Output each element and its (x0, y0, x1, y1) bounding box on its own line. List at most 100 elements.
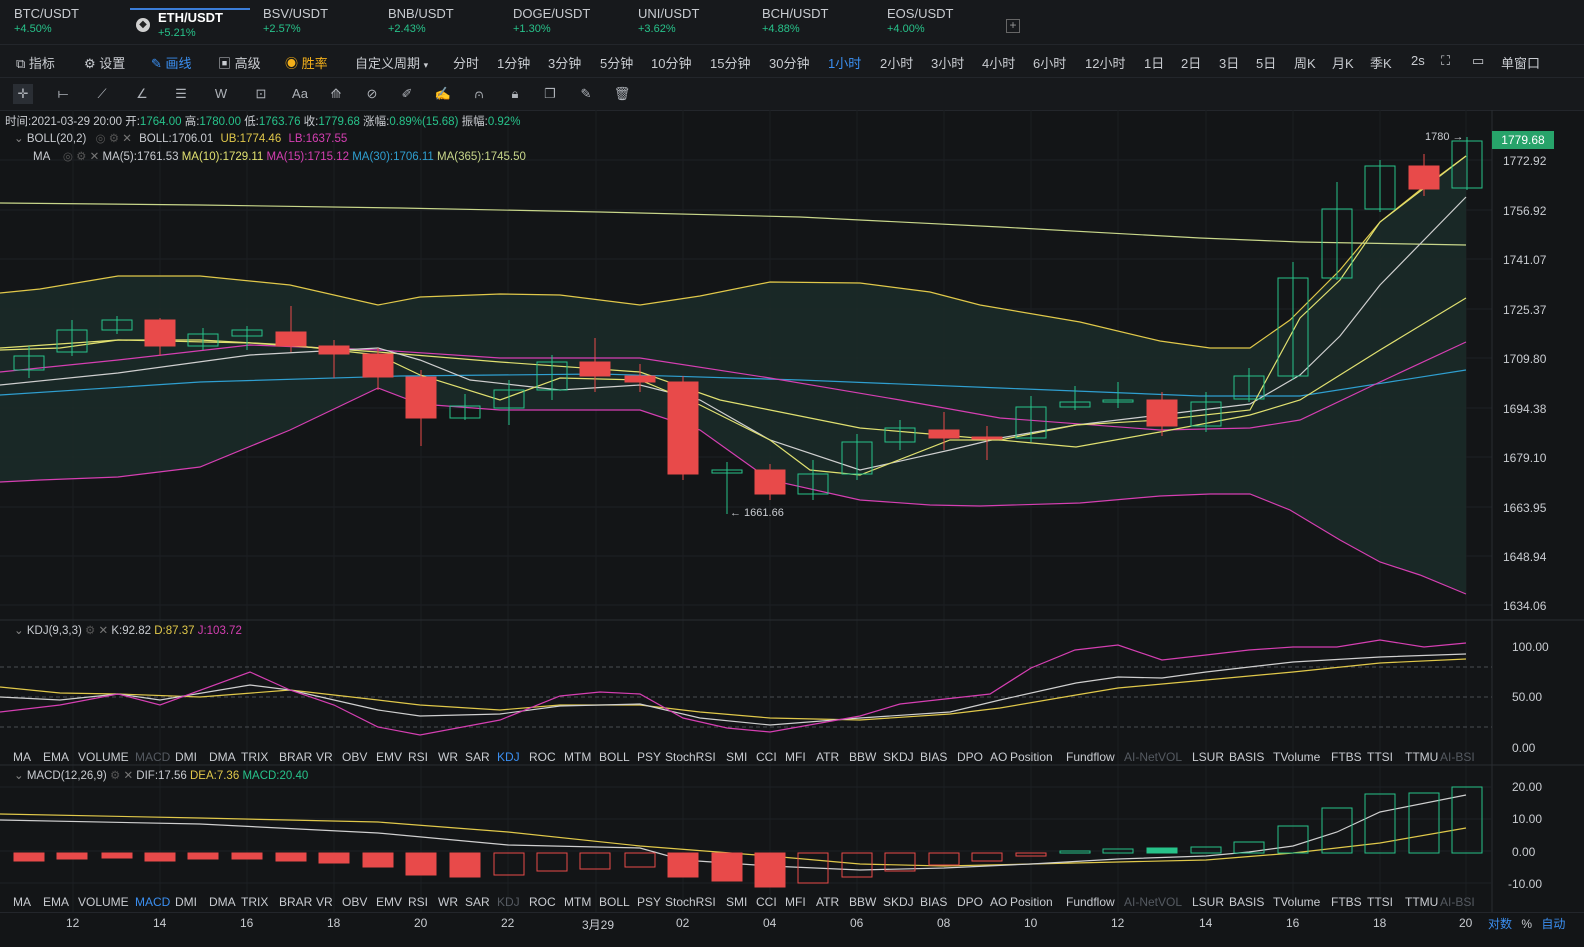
indicator-option-bbw[interactable]: BBW (849, 895, 876, 909)
settings-button[interactable]: ⚙ 设置 (84, 53, 125, 72)
text-icon[interactable]: Aa (290, 84, 310, 104)
indicator-option-trix[interactable]: TRIX (241, 895, 268, 909)
indicator-option-ai-netvol[interactable]: AI-NetVOL (1124, 895, 1182, 909)
indicator-option-ao[interactable]: AO (990, 750, 1007, 764)
indicator-option-mtm[interactable]: MTM (564, 750, 591, 764)
horizontal-line-icon[interactable]: ⟝ (53, 84, 73, 104)
period-3h[interactable]: 3小时 (931, 53, 964, 72)
wave-icon[interactable]: W (211, 84, 231, 104)
edit-icon[interactable]: ✎ (576, 84, 596, 104)
indicator-option-lsur[interactable]: LSUR (1192, 750, 1224, 764)
indicator-option-ao[interactable]: AO (990, 895, 1007, 909)
ruler-icon[interactable]: ✐ (397, 84, 417, 104)
period-4h[interactable]: 4小时 (982, 53, 1015, 72)
tab-bsv[interactable]: BSV/USDT +2.57% (263, 6, 328, 42)
pattern-icon[interactable]: ⊘ (362, 84, 382, 104)
period-5d[interactable]: 5日 (1256, 53, 1276, 72)
indicator-option-bias[interactable]: BIAS (920, 750, 947, 764)
indicator-option-basis[interactable]: BASIS (1229, 750, 1264, 764)
indicator-option-dpo[interactable]: DPO (957, 750, 983, 764)
indicator-option-dmi[interactable]: DMI (175, 895, 197, 909)
indicator-option-wr[interactable]: WR (438, 750, 458, 764)
indicator-option-ma[interactable]: MA (13, 750, 31, 764)
indicator-option-kdj[interactable]: KDJ (497, 895, 520, 909)
period-month[interactable]: 月K (1332, 53, 1354, 72)
indicator-option-ema[interactable]: EMA (43, 895, 69, 909)
close-icon[interactable]: ✕ (122, 133, 132, 145)
indicator-option-boll[interactable]: BOLL (599, 750, 630, 764)
add-tab-button[interactable]: + (1006, 19, 1020, 33)
indicator-option-lsur[interactable]: LSUR (1192, 895, 1224, 909)
indicator-option-wr[interactable]: WR (438, 895, 458, 909)
indicator-option-dma[interactable]: DMA (209, 750, 236, 764)
indicator-option-ema[interactable]: EMA (43, 750, 69, 764)
indicator-option-brar[interactable]: BRAR (279, 895, 312, 909)
indicator-option-ma[interactable]: MA (13, 895, 31, 909)
eye-icon[interactable]: ◎ (63, 151, 73, 163)
indicator-option-ai-bsi[interactable]: AI-BSI (1440, 895, 1475, 909)
indicator-option-sar[interactable]: SAR (465, 750, 490, 764)
indicator-option-position[interactable]: Position (1010, 750, 1053, 764)
indicator-option-dma[interactable]: DMA (209, 895, 236, 909)
indicator-option-mfi[interactable]: MFI (785, 895, 806, 909)
indicator-option-ttsi[interactable]: TTSI (1367, 895, 1393, 909)
winrate-button[interactable]: ◉ 胜率 (285, 53, 328, 72)
period-1h[interactable]: 1小时 (828, 53, 861, 72)
indicator-option-position[interactable]: Position (1010, 895, 1053, 909)
indicator-option-obv[interactable]: OBV (342, 750, 367, 764)
indicator-option-ai-netvol[interactable]: AI-NetVOL (1124, 750, 1182, 764)
indicator-option-roc[interactable]: ROC (529, 895, 556, 909)
indicator-option-mfi[interactable]: MFI (785, 750, 806, 764)
close-icon[interactable]: ✕ (99, 625, 109, 637)
indicator-option-cci[interactable]: CCI (756, 750, 777, 764)
indicator-option-bbw[interactable]: BBW (849, 750, 876, 764)
period-2h[interactable]: 2小时 (880, 53, 913, 72)
indicator-option-ttsi[interactable]: TTSI (1367, 750, 1393, 764)
tab-doge[interactable]: DOGE/USDT +1.30% (513, 6, 590, 42)
indicator-option-boll[interactable]: BOLL (599, 895, 630, 909)
tab-bnb[interactable]: BNB/USDT +2.43% (388, 6, 454, 42)
indicator-option-skdj[interactable]: SKDJ (883, 750, 914, 764)
period-15m[interactable]: 15分钟 (710, 53, 750, 72)
indicator-option-ttmu[interactable]: TTMU (1405, 750, 1438, 764)
collapse-icon[interactable]: ⌄ (14, 770, 24, 782)
indicator-option-roc[interactable]: ROC (529, 750, 556, 764)
indicator-option-sar[interactable]: SAR (465, 895, 490, 909)
advanced-button[interactable]: ▣ 高级 (218, 53, 261, 72)
angle-icon[interactable]: ∠ (132, 84, 152, 104)
gear-icon[interactable]: ⚙ (76, 151, 86, 163)
indicator-option-smi[interactable]: SMI (726, 895, 747, 909)
indicator-option-fundflow[interactable]: Fundflow (1066, 895, 1115, 909)
indicator-option-rsi[interactable]: RSI (408, 750, 428, 764)
indicator-option-ai-bsi[interactable]: AI-BSI (1440, 750, 1475, 764)
indicator-option-stochrsi[interactable]: StochRSI (665, 895, 716, 909)
indicator-option-skdj[interactable]: SKDJ (883, 895, 914, 909)
trash-icon[interactable]: 🗑︎ (612, 84, 632, 104)
chart-canvas[interactable] (0, 110, 1584, 947)
draw-button[interactable]: ✎ 画线 (151, 53, 192, 72)
indicator-button[interactable]: ⧉ 指标 (16, 53, 55, 72)
window-icon[interactable]: ▭ (1472, 53, 1484, 69)
indicator-option-emv[interactable]: EMV (376, 750, 402, 764)
indicator-option-mtm[interactable]: MTM (564, 895, 591, 909)
indicator-option-psy[interactable]: PSY (637, 895, 661, 909)
collapse-icon[interactable]: ⌄ (14, 625, 24, 637)
fib-icon[interactable]: ⟰ (326, 84, 346, 104)
indicator-option-macd[interactable]: MACD (135, 750, 170, 764)
indicator-option-volume[interactable]: VOLUME (78, 750, 129, 764)
indicator-option-volume[interactable]: VOLUME (78, 895, 129, 909)
period-30m[interactable]: 30分钟 (769, 53, 809, 72)
period-1d[interactable]: 1日 (1144, 53, 1164, 72)
indicator-option-brar[interactable]: BRAR (279, 750, 312, 764)
close-icon[interactable]: ✕ (123, 770, 133, 782)
indicator-option-psy[interactable]: PSY (637, 750, 661, 764)
period-fenshi[interactable]: 分时 (453, 53, 479, 72)
indicator-option-atr[interactable]: ATR (816, 895, 839, 909)
close-icon[interactable]: ✕ (90, 151, 100, 163)
indicator-option-ttmu[interactable]: TTMU (1405, 895, 1438, 909)
indicator-option-tvolume[interactable]: TVolume (1273, 750, 1320, 764)
fullscreen-icon[interactable]: ⛶ (1441, 53, 1450, 69)
period-12h[interactable]: 12小时 (1085, 53, 1125, 72)
eye-icon[interactable]: ◎ (96, 133, 106, 145)
period-3m[interactable]: 3分钟 (548, 53, 581, 72)
